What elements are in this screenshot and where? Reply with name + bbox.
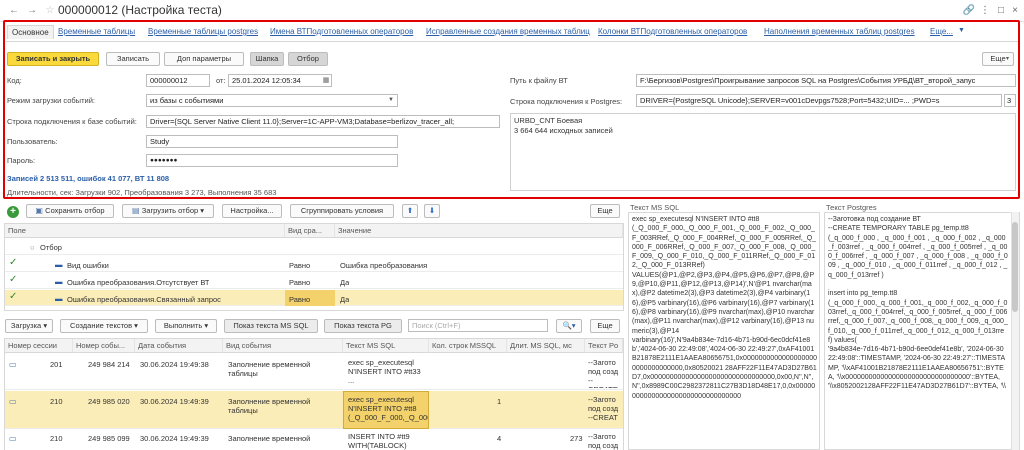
filter-more-button[interactable]: Еще — [590, 204, 620, 218]
back-arrow-icon[interactable]: ← — [6, 4, 22, 18]
events-header-dur: Длит. MS SQL, мс — [507, 339, 585, 353]
filter-header-value: Значение — [335, 224, 623, 238]
more-vertical-icon[interactable]: ⋮ — [978, 4, 992, 18]
event-type-icon: ▭ — [9, 397, 17, 406]
condition-dash-icon: ▬ — [55, 277, 63, 286]
event-type-icon: ▭ — [9, 360, 17, 369]
checkbox-checked-icon[interactable]: ✓ — [9, 291, 17, 302]
events-header-count: Кол. строк MSSQL — [429, 339, 507, 353]
execute-label: Выполнить — [163, 321, 203, 330]
pg-scrollbar-thumb[interactable] — [1012, 222, 1018, 312]
cell-ms: INSERT INTO #tt9 WITH(TABLOCK) — [348, 432, 410, 450]
events-header-session: Номер сессии — [5, 339, 73, 353]
group-conditions-button[interactable]: Сгруппировать условия — [290, 204, 394, 218]
event-type-icon: ▭ — [9, 434, 17, 443]
cell-ms: exec sp_executesql N'INSERT INTO #tt8 (_… — [348, 395, 428, 422]
cell-count: 1 — [497, 397, 502, 406]
pg-panel-title: Текст Postgres — [826, 203, 877, 212]
cell-date: 30.06.2024 19:49:39 — [140, 397, 209, 406]
filter-row-comp: Равно — [289, 278, 311, 287]
filter-header-comp: Вид сра... — [285, 224, 335, 238]
cell-date: 30.06.2024 19:49:39 — [140, 434, 209, 443]
search-input[interactable]: Поиск (Ctrl+F) — [408, 319, 548, 332]
events-header-ms: Текст MS SQL — [343, 339, 429, 353]
cell-pg: --Загото под созд — [588, 432, 619, 450]
condition-dash-icon: ▬ — [55, 294, 63, 303]
link-icon[interactable]: 🔗 — [962, 4, 976, 18]
cell-date: 30.06.2024 19:49:38 — [140, 360, 209, 369]
load-menu-button[interactable]: Загрузка ▾ — [5, 319, 53, 333]
ms-sql-text: exec sp_executesql N'INSERT INTO #tt8 (_… — [632, 216, 818, 400]
show-ms-sql-button[interactable]: Показ текста MS SQL — [224, 319, 318, 333]
create-texts-button[interactable]: Создание текстов ▾ — [60, 319, 148, 333]
cell-kind: Заполнение временной таблицы — [228, 397, 311, 415]
filter-root-label: Отбор — [40, 243, 62, 252]
cell-session: 210 — [50, 434, 63, 443]
move-down-icon[interactable]: ⬇ — [424, 204, 440, 218]
filter-row-comp: Равно — [289, 261, 311, 270]
load-filter-label: Загрузить отбор — [141, 206, 199, 215]
condition-dash-icon: ▬ — [55, 260, 63, 269]
window-title: 000000012 (Настройка теста) — [58, 3, 222, 17]
cell-dur: 273 — [570, 434, 583, 443]
events-more-button[interactable]: Еще — [590, 319, 620, 333]
events-header-date: Дата события — [135, 339, 223, 353]
filter-header-field: Поле — [5, 224, 285, 238]
events-header-pg: Текст Po — [585, 339, 623, 353]
cell-kind: Заполнение временной — [228, 434, 311, 443]
filter-row-value: Ошибка преобразования — [340, 261, 428, 270]
show-pg-button[interactable]: Показ текста PG — [324, 319, 402, 333]
restore-icon[interactable]: □ — [994, 4, 1008, 18]
filter-row-field: Вид ошибки — [67, 261, 109, 270]
execute-button[interactable]: Выполнить ▾ — [155, 319, 217, 333]
save-filter-button[interactable]: ▣ Сохранить отбор — [26, 204, 114, 218]
cell-num: 249 985 020 — [88, 397, 130, 406]
load-filter-button[interactable]: ▤ Загрузить отбор ▾ — [122, 204, 214, 218]
cell-num: 249 984 214 — [88, 360, 130, 369]
cell-num: 249 985 099 — [88, 434, 130, 443]
ms-sql-panel-title: Текст MS SQL — [630, 203, 680, 212]
create-texts-label: Создание текстов — [70, 321, 133, 330]
filter-row-comp: Равно — [289, 295, 311, 304]
events-header-kind: Вид события — [223, 339, 343, 353]
events-header-num: Номер собы... — [73, 339, 135, 353]
save-filter-icon: ▣ — [35, 206, 46, 215]
cell-ms: exec sp_executesql N'INSERT INTO #tt33 .… — [348, 358, 421, 385]
filter-root-row[interactable] — [5, 239, 623, 255]
filter-row-value: Да — [340, 278, 350, 287]
settings-button[interactable]: Настройка... — [222, 204, 282, 218]
load-filter-icon: ▤ — [131, 206, 142, 215]
checkbox-checked-icon[interactable]: ✓ — [9, 257, 17, 268]
checkbox-checked-icon[interactable]: ✓ — [9, 274, 17, 285]
search-icon[interactable]: 🔍▾ — [556, 319, 582, 333]
save-filter-label: Сохранить отбор — [45, 206, 105, 215]
cell-session: 201 — [50, 360, 63, 369]
forward-arrow-icon[interactable]: → — [24, 4, 40, 18]
move-up-icon[interactable]: ⬆ — [402, 204, 418, 218]
cell-count: 4 — [497, 434, 502, 443]
cell-pg: --Загото под созд --CREATE — [588, 358, 619, 388]
cell-session: 210 — [50, 397, 63, 406]
filter-row-field: Ошибка преобразования.Связанный запрос — [67, 295, 221, 304]
add-icon[interactable]: + — [7, 206, 19, 218]
filter-row-field: Ошибка преобразования.Отсутствует ВТ — [67, 278, 210, 287]
star-icon[interactable]: ☆ — [42, 4, 58, 18]
cell-pg: --Загото под созд --CREAT — [588, 395, 619, 422]
root-circle-icon: ○ — [30, 243, 35, 252]
close-icon[interactable]: × — [1008, 4, 1022, 18]
cell-kind: Заполнение временной таблицы — [228, 360, 311, 378]
filter-row-value: Да — [340, 295, 350, 304]
highlight-frame — [3, 20, 1020, 199]
load-menu-label: Загрузка — [10, 321, 42, 330]
pg-text: --Заготовка под создание ВТ --CREATE TEM… — [828, 216, 1008, 391]
